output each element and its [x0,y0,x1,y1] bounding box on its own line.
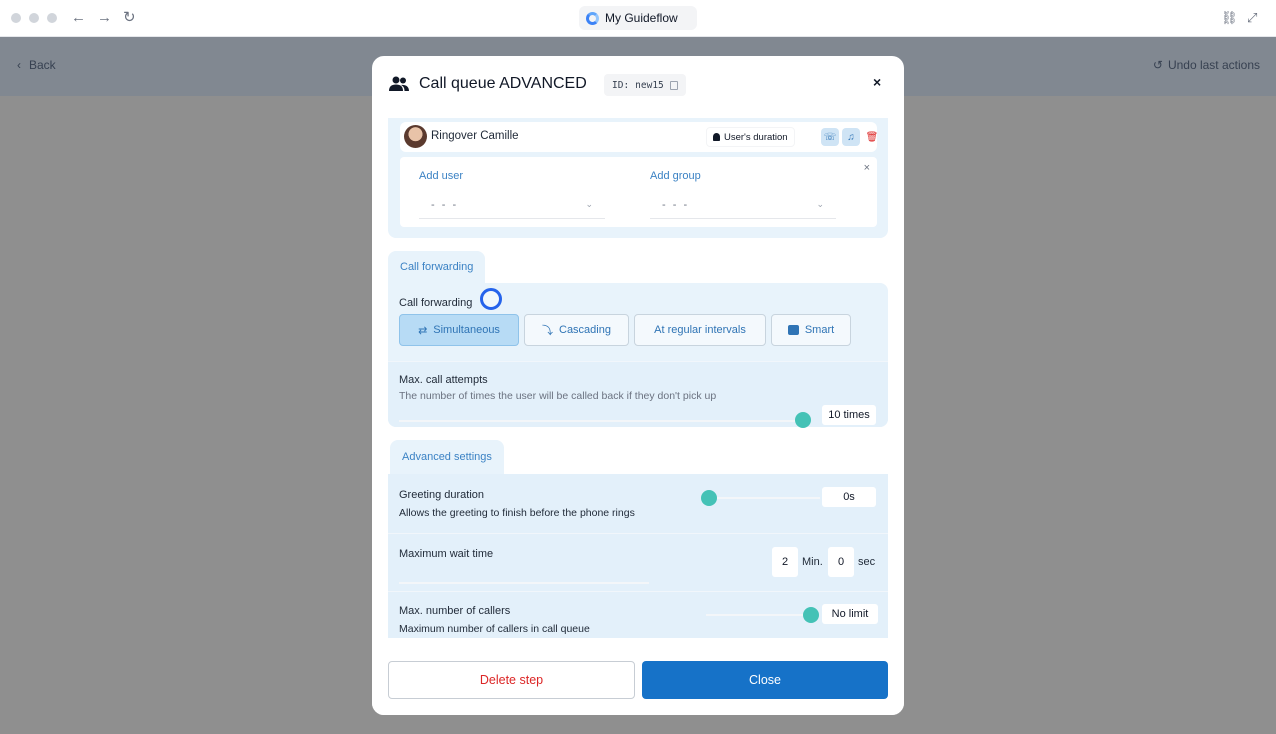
tab-title: My Guideflow [605,11,678,25]
undo-button[interactable]: ↺ Undo last actions [1153,58,1260,72]
id-value: new15 [635,79,664,91]
close-button[interactable]: Close [642,661,888,699]
notification-bell-icon[interactable]: ♫ [842,128,860,146]
user-row: Ringover Camille User's duration ☏ ♫ 🗑 [400,122,878,152]
mode-regular-intervals-button[interactable]: At regular intervals [634,314,766,346]
add-group-placeholder: - - - [662,198,690,211]
delete-step-button[interactable]: Delete step [388,661,635,699]
link-icon[interactable]: ⛓ [1221,10,1238,26]
modal-title: Call queue ADVANCED [419,75,587,92]
reload-icon[interactable]: ↻ [123,9,136,27]
window-dot [47,13,57,23]
tab-call-forwarding[interactable]: Call forwarding [388,251,486,283]
callers-slider[interactable] [803,607,819,623]
users-panel: Ringover Camille User's duration ☏ ♫ 🗑 A… [388,118,888,238]
add-user-placeholder: - - - [431,198,459,211]
chevron-left-icon: ‹ [17,58,21,72]
id-label: ID: [612,79,630,91]
phone-transfer-icon[interactable]: ☏ [821,128,839,146]
browser-tab[interactable]: My Guideflow [579,6,697,30]
modal-footer: Delete step Close [372,638,904,715]
max-wait-time-row: Maximum wait time 2 Min. 0 sec [388,533,888,590]
greeting-description: Allows the greeting to finish before the… [399,507,635,519]
chevron-down-icon: ⌄ [816,199,824,209]
undo-icon: ↺ [1152,58,1163,72]
max-callers-row: Max. number of callers Maximum number of… [388,591,888,638]
back-arrow-icon[interactable]: ← [71,9,86,27]
user-duration-chip[interactable]: User's duration [706,127,795,147]
greeting-duration-row: Greeting duration Allows the greeting to… [388,474,888,532]
tab-advanced-settings[interactable]: Advanced settings [390,440,504,474]
wait-minutes-input[interactable]: 2 [772,547,798,577]
max-attempts-label: Max. call attempts [399,374,488,386]
mode-simultaneous-button[interactable]: ⇄ Simultaneous [399,314,519,346]
callers-label: Max. number of callers [399,605,511,617]
greeting-label: Greeting duration [399,489,484,501]
wait-minutes-unit: Min. [802,556,823,568]
user-duration-label: User's duration [724,131,788,143]
mode-label: Cascading [559,324,611,336]
greeting-track [710,497,820,499]
callers-track [706,614,810,616]
click-indicator [480,288,502,310]
modal-body[interactable]: Ringover Camille User's duration ☏ ♫ 🗑 A… [388,118,888,638]
expand-icon[interactable]: ⤢ [1247,10,1257,26]
guideflow-logo-icon [586,11,599,25]
add-user-label: Add user [419,170,464,182]
smart-icon [787,325,799,335]
trash-icon[interactable]: 🗑 [863,128,881,146]
avatar [404,125,427,148]
add-user-select[interactable]: - - - ⌄ [419,191,605,219]
wait-seconds-input[interactable]: 0 [828,547,854,577]
mode-smart-button[interactable]: Smart [771,314,851,346]
modal-header: Call queue ADVANCED ID: new15 × [372,56,904,116]
window-dot [29,13,39,23]
back-label: Back [29,58,56,72]
add-group-select[interactable]: - - - ⌄ [650,191,836,219]
advanced-settings-section: Greeting duration Allows the greeting to… [388,474,888,638]
close-icon[interactable]: × [873,74,881,90]
max-attempts-description: The number of times the user will be cal… [399,390,717,402]
id-chip[interactable]: ID: new15 [604,74,686,96]
forward-arrow-icon[interactable]: → [97,9,112,27]
max-attempts-value: 10 times [822,405,876,425]
mode-label: Smart [804,324,835,336]
greeting-value: 0s [822,487,876,507]
callers-value: No limit [822,604,878,624]
bell-icon [713,133,720,141]
shuffle-icon: ⇄ [418,324,428,337]
users-icon [389,76,409,91]
max-call-attempts-row: Max. call attempts The number of times t… [388,361,888,428]
browser-toolbar: ← → ↻ My Guideflow ⛓ ⤢ [0,0,1276,37]
chevron-down-icon: ⌄ [585,199,593,209]
add-group-label: Add group [650,170,701,182]
call-forwarding-label: Call forwarding [399,297,473,309]
undo-label: Undo last actions [1167,58,1260,72]
wait-divider [399,582,649,584]
mode-label: Simultaneous [433,324,500,336]
close-icon[interactable]: × [864,162,870,174]
mode-label: At regular intervals [654,324,746,336]
callers-description: Maximum number of callers in call queue [399,623,590,635]
cascade-icon: ⤵ [542,325,553,337]
copy-icon[interactable] [669,80,678,90]
user-name: Ringover Camille [431,130,519,142]
wait-seconds-unit: sec [858,556,876,568]
mode-cascading-button[interactable]: ⤵ Cascading [524,314,629,346]
add-members-card: Add user Add group - - - ⌄ - - - ⌄ × [400,157,877,227]
greeting-slider[interactable] [701,490,717,506]
max-attempts-slider[interactable] [795,412,811,428]
call-queue-modal: Call queue ADVANCED ID: new15 × Ringover… [372,56,904,715]
window-dot [11,13,21,23]
max-attempts-track [399,420,804,422]
back-button[interactable]: ‹ Back [17,58,56,72]
call-forwarding-section: Call forwarding ⇄ Simultaneous ⤵ Cascadi… [388,283,888,428]
wait-label: Maximum wait time [399,548,494,560]
